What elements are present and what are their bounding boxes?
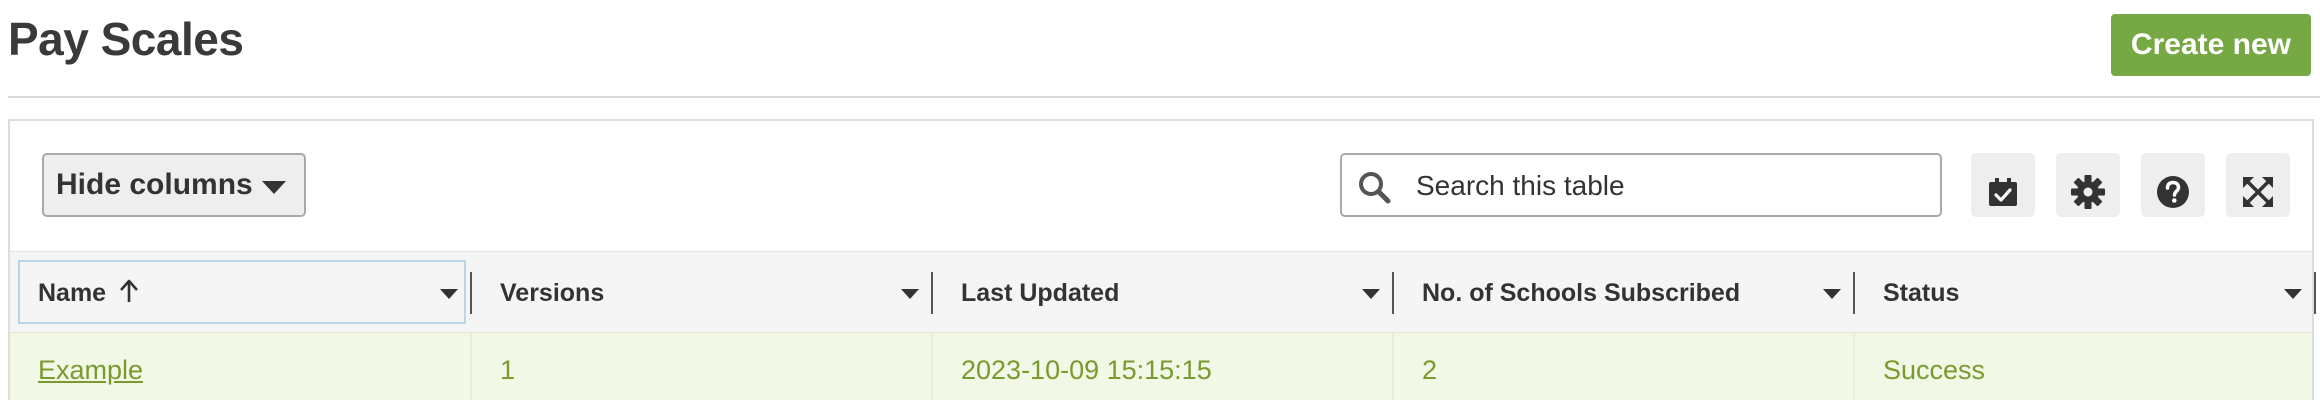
column-menu-icon[interactable] (440, 289, 458, 299)
select-rows-icon (1989, 178, 2017, 206)
hide-columns-label: Hide columns (56, 168, 253, 201)
column-label-versions: Versions (500, 279, 605, 307)
column-label-schools-subscribed: No. of Schools Subscribed (1422, 279, 1741, 307)
cell-name[interactable]: Example (38, 355, 143, 386)
column-label-name: Name (38, 279, 107, 307)
fullscreen-button[interactable] (2226, 153, 2290, 217)
settings-button[interactable] (2056, 153, 2120, 217)
column-header-last-updated[interactable]: Last Updated (933, 252, 1394, 334)
table-toolbar: Hide columns (10, 121, 2312, 251)
column-header-versions[interactable]: Versions (472, 252, 933, 334)
table-panel: Hide columns Search this table Name Vers… (8, 119, 2316, 400)
create-new-button[interactable]: Create new (2110, 14, 2311, 76)
fullscreen-icon (2243, 177, 2273, 207)
column-menu-icon[interactable] (901, 289, 919, 299)
table-row[interactable]: Example 1 2023-10-09 15:15:15 2 Success (10, 333, 2312, 400)
pay-scale-link[interactable]: Example (38, 355, 143, 385)
hide-columns-dropdown[interactable]: Hide columns (42, 153, 306, 217)
row-divider (1392, 333, 1394, 400)
select-rows-button[interactable] (1971, 153, 2035, 217)
pay-scales-page: Pay Scales Create new Hide columns Searc… (0, 0, 2320, 400)
gear-icon (2071, 175, 2105, 209)
column-label-status: Status (1883, 279, 1960, 307)
row-divider (1853, 333, 1855, 400)
header-divider (8, 96, 2320, 98)
page-title: Pay Scales (8, 13, 244, 65)
column-header-name[interactable]: Name (10, 252, 472, 334)
row-divider (470, 333, 472, 400)
column-resize-handle[interactable] (2314, 272, 2316, 314)
column-header-schools-subscribed[interactable]: No. of Schools Subscribed (1394, 252, 1855, 334)
help-icon (2157, 176, 2189, 208)
row-divider (931, 333, 933, 400)
sort-ascending-icon (120, 279, 138, 302)
cell-versions: 1 (500, 355, 516, 385)
search-input[interactable] (1414, 163, 1928, 209)
column-label-last-updated: Last Updated (961, 279, 1120, 307)
table-header: Name Versions Last Updated No. of School (10, 251, 2316, 334)
caret-down-icon (262, 181, 286, 194)
search-field[interactable] (1340, 153, 1942, 217)
cell-status: Success (1883, 355, 1986, 385)
column-menu-icon[interactable] (1823, 289, 1841, 299)
cell-last-updated: 2023-10-09 15:15:15 (961, 355, 1212, 385)
column-header-status[interactable]: Status (1855, 252, 2316, 334)
search-icon (1359, 172, 1391, 204)
column-menu-icon[interactable] (2284, 289, 2302, 299)
column-menu-icon[interactable] (1362, 289, 1380, 299)
cell-schools-subscribed: 2 (1422, 355, 1438, 385)
help-button[interactable] (2141, 153, 2205, 217)
